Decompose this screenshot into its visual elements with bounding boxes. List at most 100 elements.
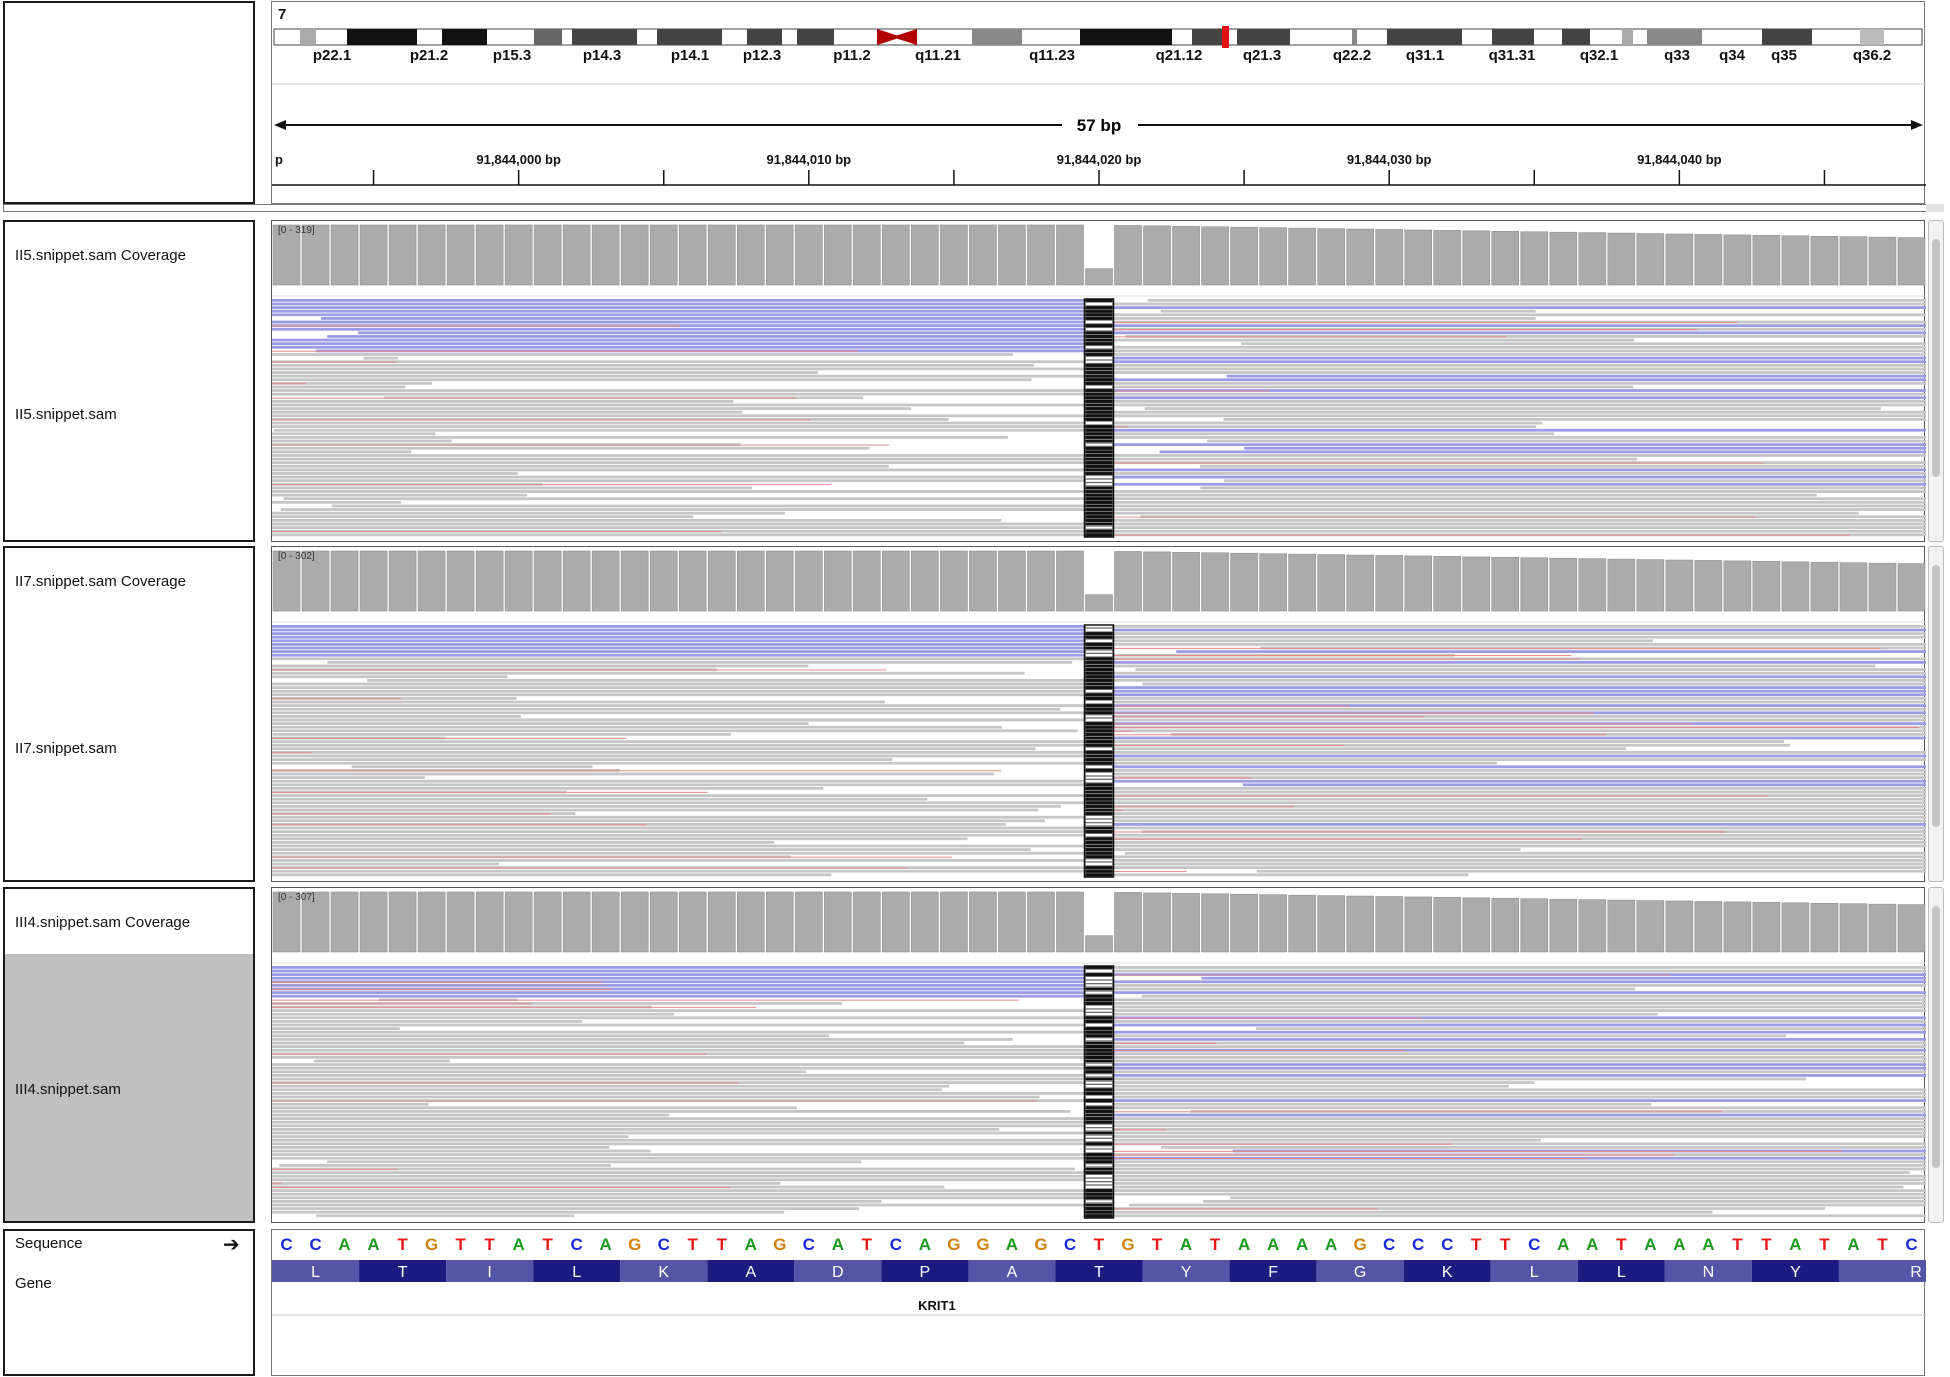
gene-track-name[interactable]: Gene: [15, 1275, 52, 1292]
track-data-panel-1[interactable]: [0 - 319]: [271, 220, 1926, 542]
track-scrollbar-1[interactable]: [1928, 220, 1944, 542]
deletion-mark: [1085, 703, 1113, 708]
read: [272, 345, 1085, 349]
sequence-base: T: [542, 1235, 553, 1254]
read: [1113, 1182, 1926, 1185]
read: [1113, 1009, 1926, 1012]
read: [272, 628, 1085, 632]
coverage-bar: [1317, 554, 1345, 612]
track-data-panel-3[interactable]: [0 - 307]: [271, 887, 1926, 1223]
ideogram-band: [1647, 29, 1702, 45]
deletion-mark: [1085, 819, 1113, 823]
coverage-bar: [1143, 892, 1171, 953]
deletion-mark: [1085, 830, 1113, 834]
read: [1113, 1171, 1910, 1174]
deletion-mark: [1085, 1127, 1113, 1131]
mismatch-mark: [1113, 1158, 1588, 1160]
ideogram-band: [1192, 29, 1222, 45]
coverage-track-name[interactable]: II7.snippet.sam Coverage: [15, 573, 186, 590]
coverage-bar: [1085, 935, 1113, 953]
read: [272, 1070, 806, 1074]
deletion-mark: [1085, 515, 1113, 519]
read: [1113, 679, 1926, 682]
coverage-track-name[interactable]: III4.snippet.sam Coverage: [15, 914, 190, 931]
deletion-mark: [1085, 334, 1113, 339]
read: [272, 403, 1085, 407]
alignment-track-name[interactable]: II5.snippet.sam: [15, 406, 117, 423]
read: [1113, 1174, 1926, 1178]
alignment-track-name[interactable]: II7.snippet.sam: [15, 740, 117, 757]
alignment-track-name[interactable]: III4.snippet.sam: [15, 1081, 121, 1098]
deletion-mark: [1085, 1048, 1113, 1052]
read: [272, 1120, 1085, 1124]
mismatch-mark: [1113, 974, 1671, 976]
scrollbar-thumb[interactable]: [1932, 906, 1940, 1168]
coverage-bar: [765, 550, 794, 612]
scrollbar-thumb[interactable]: [1932, 239, 1940, 477]
band-label: q35: [1771, 47, 1797, 64]
deletion-mark: [1085, 1026, 1113, 1031]
deletion-mark: [1085, 1138, 1113, 1142]
deletion-mark: [1085, 739, 1113, 744]
coverage-bar: [417, 550, 446, 612]
read: [1113, 1059, 1926, 1063]
coverage-track-name[interactable]: II5.snippet.sam Coverage: [15, 247, 186, 264]
read: [272, 783, 1085, 787]
coverage-bar: [707, 224, 736, 286]
read: [272, 715, 522, 718]
deletion-mark: [1085, 808, 1113, 812]
track-scrollbar-3[interactable]: [1928, 887, 1944, 1223]
read: [1142, 682, 1926, 686]
track-name-panel-1[interactable]: II5.snippet.sam Coverage II5.snippet.sam: [3, 220, 255, 542]
read: [1113, 306, 1926, 310]
read: [272, 526, 1085, 529]
mismatch-mark: [1113, 534, 1850, 536]
arrow-right-icon[interactable]: ➔: [223, 1232, 240, 1257]
read: [272, 833, 1085, 837]
deletion-mark: [1085, 479, 1113, 483]
mismatch-mark: [1113, 647, 1881, 649]
read: [1114, 421, 1543, 425]
sequence-base: A: [1586, 1235, 1598, 1254]
deletion-mark: [1085, 349, 1113, 353]
band-label: p12.3: [743, 47, 781, 64]
read: [272, 689, 1085, 693]
sequence-base: A: [1673, 1235, 1685, 1254]
track-data-panel-2[interactable]: [0 - 302]: [271, 546, 1926, 882]
read: [1113, 324, 1926, 328]
track-scrollbar-2[interactable]: [1928, 546, 1944, 882]
read: [272, 646, 1085, 650]
read: [1113, 747, 1627, 751]
read: [1135, 668, 1926, 671]
mismatch-mark: [1113, 777, 1253, 779]
deletion-mark: [1085, 660, 1113, 664]
read: [1160, 309, 1536, 313]
track-name-panel-3[interactable]: III4.snippet.sam Coverage III4.snippet.s…: [3, 887, 255, 1223]
track-name-panel-2[interactable]: II7.snippet.sam Coverage II7.snippet.sam: [3, 546, 255, 882]
read: [1113, 984, 1926, 987]
read: [272, 686, 1085, 689]
read: [1113, 493, 1817, 497]
read: [272, 320, 1085, 324]
scrollbar-thumb[interactable]: [1932, 565, 1940, 827]
coverage-bar: [1491, 231, 1520, 286]
sequence-track-name[interactable]: Sequence: [15, 1235, 83, 1252]
mismatch-mark: [272, 350, 858, 352]
read: [1113, 779, 1926, 783]
deletion-mark: [1085, 1084, 1113, 1088]
read: [272, 1110, 1071, 1113]
read: [363, 356, 398, 360]
coverage-bar: [504, 550, 533, 612]
band-label: q21.3: [1243, 47, 1281, 64]
deletion-mark: [1085, 399, 1113, 403]
deletion-mark: [1085, 972, 1113, 977]
read: [272, 450, 412, 454]
read: [1113, 966, 1926, 969]
deletion-mark: [1085, 435, 1113, 440]
read: [1113, 754, 1926, 758]
sequence-base: C: [1905, 1235, 1917, 1254]
coverage-bar: [969, 224, 997, 286]
coverage-bar: [649, 224, 678, 286]
read: [1113, 1077, 1806, 1081]
read: [272, 327, 1085, 331]
